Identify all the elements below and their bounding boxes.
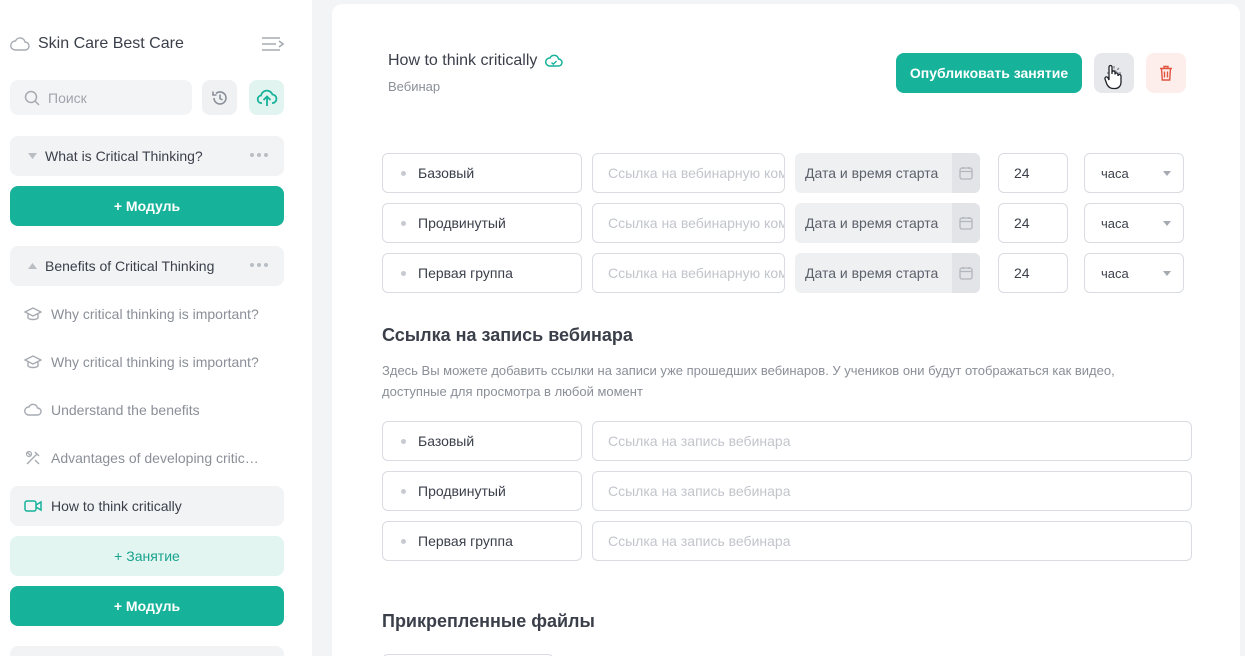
history-icon [211,90,227,105]
duration-hours-input[interactable] [998,203,1068,243]
group-name-field: Продвинутый [382,471,582,511]
more-options-icon[interactable] [250,263,268,267]
lesson-title: Advantages of developing critic… [51,450,259,466]
recording-section-description: Здесь Вы можете добавить ссылки на запис… [382,363,1115,399]
duration-unit-select[interactable]: часа [1084,153,1184,193]
group-name: Первая группа [418,533,513,549]
start-datetime-placeholder: Дата и время старта [805,265,939,281]
sidebar: Skin Care Best Care What is Critical Thi… [0,0,312,656]
module-title: What is Critical Thinking? [45,148,203,164]
duration-hours-input[interactable] [998,153,1068,193]
cloud-icon [24,403,42,416]
recording-section-title: Ссылка на запись вебинара [382,325,633,345]
search-box[interactable] [10,80,192,115]
recording-link-input[interactable] [592,421,1192,461]
tools-icon [25,450,40,465]
bullet-icon [401,488,406,494]
trash-icon [1160,65,1172,81]
group-name: Продвинутый [418,483,506,499]
dropdown-arrow-icon [1163,221,1171,226]
bullet-icon [401,220,406,226]
webinar-room-link-input[interactable] [592,203,785,243]
lesson-title: Why critical thinking is important? [51,354,259,370]
calendar-icon[interactable] [952,253,980,293]
more-options-icon[interactable] [250,153,268,157]
group-name-field: Первая группа [382,253,582,293]
attachments-section-title: Прикрепленные файлы [382,611,595,631]
caret-up-icon[interactable] [28,263,37,269]
dropdown-arrow-icon [1163,271,1171,276]
lesson-item[interactable]: Why critical thinking is important? [10,295,284,333]
webinar-room-link-input[interactable] [592,253,785,293]
cloud-upload-icon [256,89,277,106]
webinar-room-link-input[interactable] [592,153,785,193]
video-camera-icon [24,500,42,512]
start-datetime-field[interactable]: Дата и время старта [795,253,980,293]
group-name-field: Базовый [382,153,582,193]
group-name: Первая группа [418,265,513,281]
graduation-cap-icon [24,307,42,321]
add-module-button[interactable]: + Модуль [10,586,284,626]
dropdown-arrow-icon [1163,171,1171,176]
course-title: Skin Care Best Care [38,35,184,52]
search-icon [24,90,40,106]
module-item[interactable] [10,646,284,656]
lesson-title: How to think critically [51,498,182,514]
group-name-field: Продвинутый [382,203,582,243]
duration-hours-input[interactable] [998,253,1068,293]
module-item[interactable]: Benefits of Critical Thinking [10,246,284,286]
group-name-field: Базовый [382,421,582,461]
lesson-item[interactable]: Advantages of developing critic… [10,439,284,477]
add-module-button[interactable]: + Модуль [10,186,284,226]
lesson-item-active[interactable]: How to think critically [10,486,284,526]
bullet-icon [401,538,406,544]
caret-down-icon[interactable] [28,153,37,159]
delete-lesson-button[interactable] [1146,53,1186,93]
module-title: Benefits of Critical Thinking [45,258,215,274]
duration-unit-value: часа [1101,215,1129,231]
bullet-icon [401,170,406,176]
duration-unit-value: часа [1101,265,1129,281]
group-name: Базовый [418,433,475,449]
search-input[interactable] [48,89,178,106]
lesson-title: Why critical thinking is important? [51,306,259,322]
lesson-item[interactable]: Why critical thinking is important? [10,343,284,381]
group-name: Базовый [418,165,475,181]
duration-unit-value: часа [1101,165,1129,181]
group-name: Продвинутый [418,215,506,231]
duration-unit-select[interactable]: часа [1084,203,1184,243]
lesson-type: Вебинар [388,79,441,94]
cloud-sync-icon [545,54,564,67]
history-button[interactable] [202,80,237,115]
lesson-editor: How to think critically Вебинар Опублико… [332,4,1240,656]
lesson-heading: How to think critically [388,52,564,70]
recording-link-input[interactable] [592,521,1192,561]
start-datetime-field[interactable]: Дата и время старта [795,203,980,243]
publish-lesson-button[interactable]: Опубликовать занятие [896,53,1082,93]
lesson-title: Understand the benefits [51,402,200,418]
lesson-item[interactable]: Understand the benefits [10,391,284,429]
start-datetime-placeholder: Дата и время старта [805,165,939,181]
bullet-icon [401,270,406,276]
collapse-sidebar-icon[interactable] [260,34,286,54]
graduation-cap-icon [24,355,42,369]
start-datetime-field[interactable]: Дата и время старта [795,153,980,193]
course-header: Skin Care Best Care [10,30,286,58]
module-item[interactable]: What is Critical Thinking? [10,136,284,176]
calendar-icon[interactable] [952,203,980,243]
duration-unit-select[interactable]: часа [1084,253,1184,293]
add-lesson-button[interactable]: + Занятие [10,536,284,576]
bullet-icon [401,438,406,444]
cloud-icon [10,37,30,51]
group-name-field: Первая группа [382,521,582,561]
start-datetime-placeholder: Дата и время старта [805,215,939,231]
cloud-upload-button[interactable] [249,80,284,115]
calendar-icon[interactable] [952,153,980,193]
recording-link-input[interactable] [592,471,1192,511]
lesson-title: How to think critically [388,52,538,69]
hand-pointer-icon [1104,64,1122,90]
